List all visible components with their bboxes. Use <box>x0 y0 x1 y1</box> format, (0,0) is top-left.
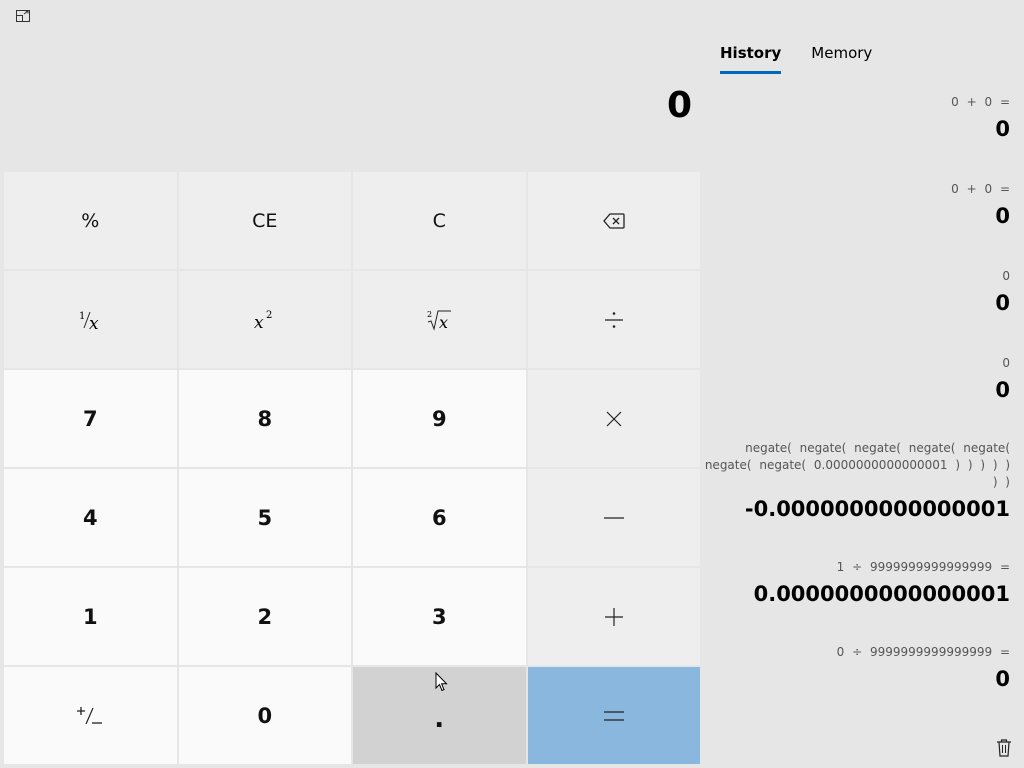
svg-text:x: x <box>439 313 448 332</box>
digit-9-button[interactable]: 9 <box>353 370 526 467</box>
minus-icon <box>603 516 624 519</box>
reciprocal-button[interactable]: 1 x <box>4 271 177 368</box>
history-expression: 0 + 0 = <box>951 95 1010 109</box>
percent-button[interactable]: % <box>4 172 177 269</box>
history-result: -0.0000000000000001 <box>744 497 1010 521</box>
tab-memory[interactable]: Memory <box>811 44 872 74</box>
digit-7-button[interactable]: 7 <box>4 370 177 467</box>
history-item[interactable]: 0 ÷ 9999999999999999 = 0 <box>704 644 1010 694</box>
history-item[interactable]: 0 0 <box>704 355 1010 405</box>
svg-text:1: 1 <box>79 311 85 322</box>
history-result: 0 <box>995 117 1010 141</box>
history-item[interactable]: 0 + 0 = 0 <box>704 181 1010 231</box>
digit-label: 8 <box>257 406 273 431</box>
percent-label: % <box>81 209 100 232</box>
digit-5-button[interactable]: 5 <box>178 469 351 566</box>
digit-label: 0 <box>257 703 273 728</box>
divide-button[interactable] <box>527 271 700 368</box>
history-result: 0.0000000000000001 <box>753 582 1010 606</box>
backspace-icon <box>602 212 625 229</box>
digit-label: 7 <box>82 406 98 431</box>
history-expression: 1 ÷ 9999999999999999 = <box>836 560 1010 574</box>
digit-6-button[interactable]: 6 <box>353 469 526 566</box>
history-list: 0 + 0 = 0 0 + 0 = 0 0 0 0 0 negate( nega… <box>704 90 1010 694</box>
clear-entry-label: CE <box>252 209 278 232</box>
clear-button[interactable]: C <box>353 172 526 269</box>
side-panel-tabs: History Memory <box>720 44 872 74</box>
plus-minus-icon <box>77 706 103 724</box>
equals-button[interactable] <box>527 667 700 764</box>
history-expression: 0 <box>1002 356 1010 370</box>
square-root-icon: 2 x <box>427 310 452 332</box>
result-display: 0 <box>0 0 704 172</box>
square-button[interactable]: x 2 <box>178 271 351 368</box>
clear-entry-button[interactable]: CE <box>178 172 351 269</box>
clear-label: C <box>432 209 446 232</box>
history-item[interactable]: 0 + 0 = 0 <box>704 94 1010 144</box>
digit-label: 6 <box>431 505 447 530</box>
history-expression: 0 ÷ 9999999999999999 = <box>836 645 1010 659</box>
digit-4-button[interactable]: 4 <box>4 469 177 566</box>
square-root-button[interactable]: 2 x <box>353 271 526 368</box>
square-icon: x 2 <box>254 310 272 332</box>
digit-label: 9 <box>431 406 447 431</box>
digit-0-button[interactable]: 0 <box>178 667 351 764</box>
negate-button[interactable] <box>4 667 177 764</box>
digit-8-button[interactable]: 8 <box>178 370 351 467</box>
history-result: 0 <box>995 204 1010 228</box>
subtract-button[interactable] <box>527 469 700 566</box>
digit-3-button[interactable]: 3 <box>353 568 526 665</box>
reciprocal-icon: 1 x <box>79 311 99 332</box>
decimal-button[interactable]: . <box>353 667 526 764</box>
multiply-icon <box>606 411 622 426</box>
history-item[interactable]: 1 ÷ 9999999999999999 = 0.000000000000000… <box>704 559 1010 609</box>
trash-icon <box>997 739 1011 757</box>
plus-icon <box>604 607 623 626</box>
history-expression: 0 + 0 = <box>951 182 1010 196</box>
equals-icon <box>603 710 624 721</box>
history-expression: 0 <box>1002 269 1010 283</box>
history-item[interactable]: negate( negate( negate( negate( negate( … <box>704 440 1010 524</box>
clear-history-button[interactable] <box>994 738 1014 758</box>
backspace-button[interactable] <box>527 172 700 269</box>
digit-label: 4 <box>82 505 98 530</box>
multiply-button[interactable] <box>527 370 700 467</box>
tab-history[interactable]: History <box>720 44 782 74</box>
digit-label: 5 <box>257 505 273 530</box>
digit-label: 1 <box>82 604 98 629</box>
digit-label: 3 <box>431 604 447 629</box>
divide-icon <box>604 311 623 328</box>
history-item[interactable]: 0 0 <box>704 268 1010 318</box>
add-button[interactable] <box>527 568 700 665</box>
history-result: 0 <box>995 378 1010 402</box>
history-result: 0 <box>995 667 1010 691</box>
keypad: % CE C 1 x x 2 2 x 7 8 9 4 5 6 1 2 3 0 . <box>4 172 700 764</box>
digit-1-button[interactable]: 1 <box>4 568 177 665</box>
svg-text:x: x <box>254 313 264 332</box>
svg-text:2: 2 <box>266 310 272 321</box>
decimal-label: . <box>434 703 445 734</box>
history-result: 0 <box>995 291 1010 315</box>
digit-label: 2 <box>257 604 273 629</box>
svg-text:x: x <box>89 314 99 332</box>
digit-2-button[interactable]: 2 <box>178 568 351 665</box>
display-value: 0 <box>666 85 692 126</box>
history-expression: negate( negate( negate( negate( negate( … <box>704 441 1010 489</box>
svg-text:2: 2 <box>427 310 432 319</box>
